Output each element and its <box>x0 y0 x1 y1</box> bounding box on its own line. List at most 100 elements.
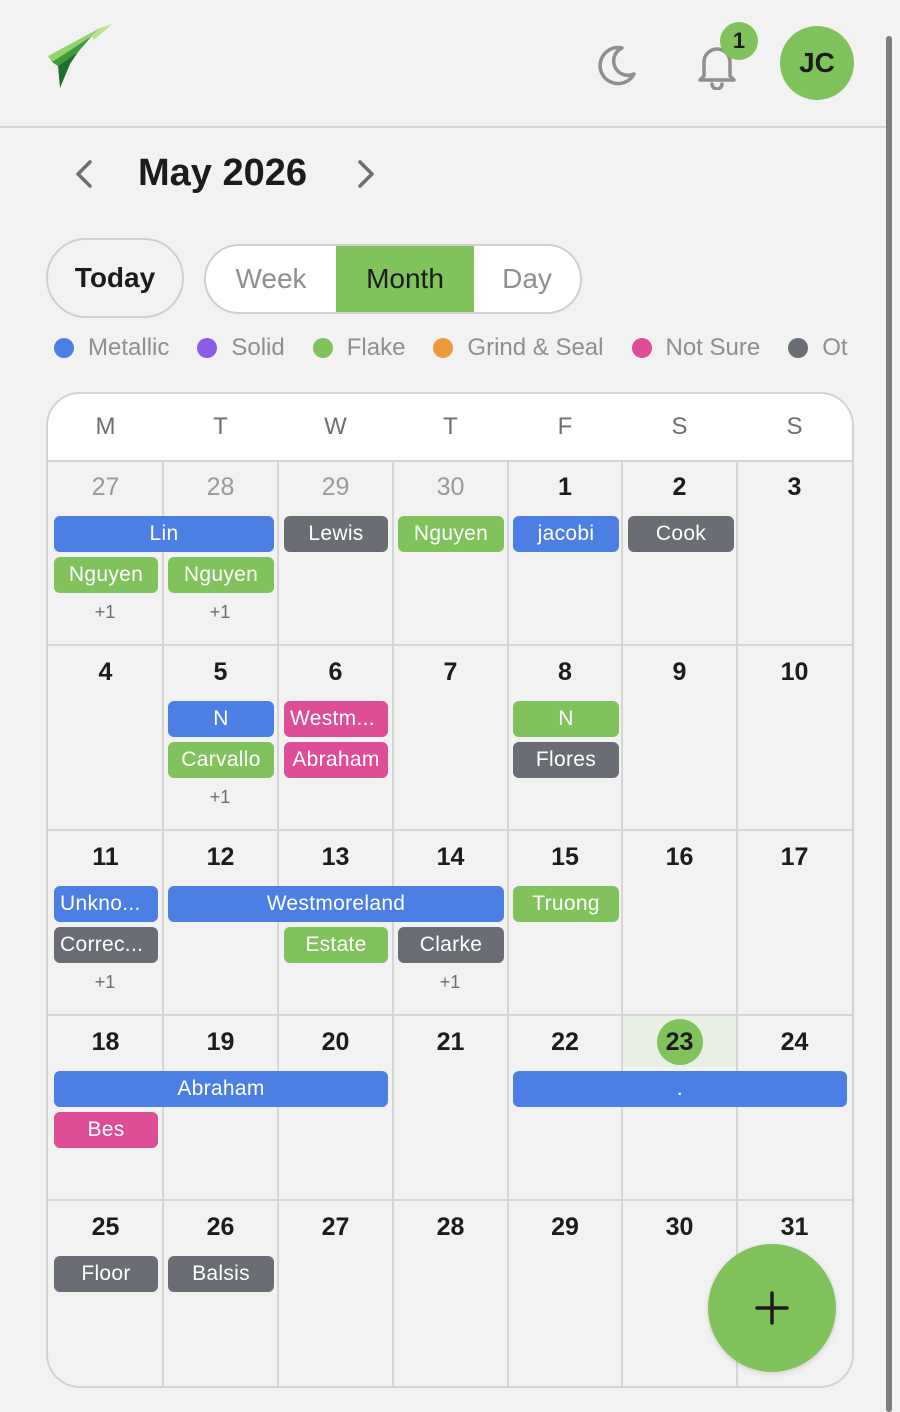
day-number[interactable]: 18 <box>48 1028 163 1057</box>
event-westmoreland[interactable]: Westmoreland <box>168 886 504 922</box>
day-number[interactable]: 7 <box>393 658 508 687</box>
event-nguyen[interactable]: Nguyen <box>54 557 158 593</box>
today-button[interactable]: Today <box>46 238 184 318</box>
notification-count-badge: 1 <box>720 22 758 60</box>
day-number[interactable]: 10 <box>737 658 852 687</box>
weekday-label: W <box>324 413 347 440</box>
legend-label: Not Sure <box>665 334 761 361</box>
app-logo <box>48 24 112 88</box>
day-number[interactable]: 2 <box>622 473 737 502</box>
event-n[interactable]: N <box>168 701 274 737</box>
day-view-tab[interactable]: Day <box>474 246 580 312</box>
event-abraham[interactable]: Abraham <box>54 1071 388 1107</box>
day-number[interactable]: 19 <box>163 1028 278 1057</box>
legend-item: Solid <box>197 330 285 366</box>
day-number[interactable]: 16 <box>622 843 737 872</box>
dark-mode-icon[interactable] <box>592 42 640 90</box>
legend-color-dot <box>631 338 652 358</box>
day-number[interactable]: 13 <box>278 843 393 872</box>
day-number[interactable]: 20 <box>278 1028 393 1057</box>
grid-column-divider <box>621 460 623 1386</box>
more-events-link[interactable]: +1 <box>163 602 277 623</box>
event-floor[interactable]: Floor <box>54 1256 158 1292</box>
day-number[interactable]: 3 <box>737 473 852 502</box>
legend-label: Grind & Seal <box>467 334 604 361</box>
event-bes[interactable]: Bes <box>54 1112 158 1148</box>
event-carvallo[interactable]: Carvallo <box>168 742 274 778</box>
day-number[interactable]: 31 <box>737 1213 852 1242</box>
event-lewis[interactable]: Lewis <box>284 516 388 552</box>
event-truong[interactable]: Truong <box>513 886 619 922</box>
day-number[interactable]: 6 <box>278 658 393 687</box>
event-balsis[interactable]: Balsis <box>168 1256 274 1292</box>
more-events-link[interactable]: +1 <box>163 787 277 808</box>
day-number[interactable]: 28 <box>393 1213 508 1242</box>
day-number[interactable]: 9 <box>622 658 737 687</box>
day-number[interactable]: 12 <box>163 843 278 872</box>
day-number[interactable]: 27 <box>278 1213 393 1242</box>
legend-color-dot <box>433 338 454 358</box>
day-number[interactable]: 4 <box>48 658 163 687</box>
legend-item: Flake <box>312 330 405 366</box>
day-number[interactable]: 28 <box>163 473 278 502</box>
day-number[interactable]: 17 <box>737 843 852 872</box>
day-number[interactable]: 22 <box>508 1028 622 1057</box>
view-switcher: Week Month Day <box>204 244 582 314</box>
event-flores[interactable]: Flores <box>513 742 619 778</box>
page-scrollbar[interactable] <box>886 36 892 1412</box>
day-number[interactable]: 29 <box>278 473 393 502</box>
day-number[interactable]: 24 <box>737 1028 852 1057</box>
weekday-label: S <box>786 413 803 440</box>
weekday-label: T <box>443 413 458 440</box>
event-correc[interactable]: Correc... <box>54 927 158 963</box>
grid-column-divider <box>507 460 509 1386</box>
grid-column-divider <box>277 460 279 1386</box>
event-untitled[interactable]: . <box>513 1071 847 1107</box>
event-clarke[interactable]: Clarke <box>398 927 504 963</box>
day-number[interactable]: 14 <box>393 843 508 872</box>
day-number[interactable]: 21 <box>393 1028 508 1057</box>
event-abraham[interactable]: Abraham <box>284 742 388 778</box>
month-calendar: MTWTFSS 27 28 29 30 1 2 3 4 5 6 7 8 9 10 11 12 13 14 15 16 1… <box>46 392 854 1388</box>
event-n[interactable]: N <box>513 701 619 737</box>
legend-color-dot <box>54 338 74 358</box>
day-number[interactable]: 8 <box>508 658 622 687</box>
legend-label: Solid <box>231 334 285 361</box>
previous-month-chevron-icon[interactable] <box>62 150 106 198</box>
today-day-number[interactable]: 23 <box>622 1028 737 1057</box>
legend-color-dot <box>788 338 809 358</box>
more-events-link[interactable]: +1 <box>48 972 162 993</box>
event-unknown[interactable]: Unkno... <box>54 886 158 922</box>
day-number[interactable]: 27 <box>48 473 163 502</box>
event-lin[interactable]: Lin <box>54 516 274 552</box>
day-number[interactable]: 30 <box>393 473 508 502</box>
user-avatar[interactable]: JC <box>780 26 854 100</box>
month-view-tab[interactable]: Month <box>336 246 474 312</box>
weekday-label: M <box>95 413 116 440</box>
event-nguyen[interactable]: Nguyen <box>398 516 504 552</box>
day-number[interactable]: 25 <box>48 1213 163 1242</box>
week-view-tab[interactable]: Week <box>206 246 336 312</box>
event-nguyen[interactable]: Nguyen <box>168 557 274 593</box>
event-westm[interactable]: Westm... <box>284 701 388 737</box>
event-jacobi[interactable]: jacobi <box>513 516 619 552</box>
day-number[interactable]: 11 <box>48 843 163 872</box>
legend-item: Metallic <box>54 330 169 366</box>
grid-column-divider <box>162 460 164 1386</box>
weekday-label: T <box>213 413 228 440</box>
more-events-link[interactable]: +1 <box>393 972 507 993</box>
event-estate[interactable]: Estate <box>284 927 388 963</box>
add-event-button[interactable] <box>708 1244 836 1372</box>
legend-label: Metallic <box>88 334 170 361</box>
day-number[interactable]: 29 <box>508 1213 622 1242</box>
day-number[interactable]: 30 <box>622 1213 737 1242</box>
day-number[interactable]: 26 <box>163 1213 278 1242</box>
day-number[interactable]: 5 <box>163 658 278 687</box>
more-events-link[interactable]: +1 <box>48 602 162 623</box>
next-month-chevron-icon[interactable] <box>344 150 388 198</box>
weekday-label: F <box>557 413 573 440</box>
day-number[interactable]: 1 <box>508 473 622 502</box>
weekday-header: MTWTFSS <box>48 394 852 462</box>
event-cook[interactable]: Cook <box>628 516 734 552</box>
day-number[interactable]: 15 <box>508 843 622 872</box>
